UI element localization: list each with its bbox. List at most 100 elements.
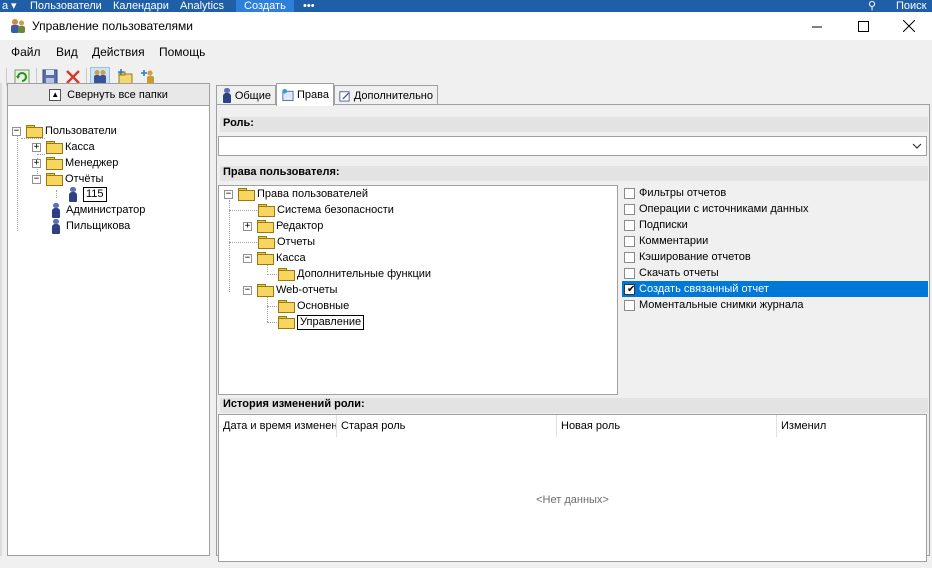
folder-tree-panel: ▲ Свернуть все папки − Пользователи + Ка… (7, 83, 210, 556)
rights-node-basic[interactable]: Основные (278, 298, 349, 314)
tree-guide (17, 135, 18, 231)
taskbar-item-users[interactable]: Пользователи (30, 0, 102, 12)
column-header-old-role[interactable]: Старая роль (337, 415, 557, 437)
folder-icon (26, 125, 43, 138)
tab-label: Права (297, 89, 329, 101)
role-history-table: Дата и время изменен Старая роль Новая р… (218, 414, 927, 562)
tree-node-user-115[interactable]: 115 (67, 186, 107, 202)
empty-state-text: <Нет данных> (536, 494, 609, 506)
checkbox[interactable] (624, 203, 635, 215)
rights-node-extra-functions[interactable]: Дополнительные функции (278, 266, 431, 282)
tree-guide (267, 322, 277, 323)
tab-rights[interactable]: Права (276, 83, 334, 106)
tree-node-administrator[interactable]: Администратор (50, 202, 145, 218)
permission-item[interactable]: Фильтры отчетов (622, 185, 928, 201)
collapse-toggle[interactable]: − (12, 126, 21, 136)
tree-node-pilshchikova[interactable]: Пильщикова (50, 218, 130, 234)
collapse-toggle[interactable]: − (243, 285, 252, 295)
column-header-changed-by[interactable]: Изменил (777, 415, 926, 437)
rights-node-kassa[interactable]: − Касса (243, 250, 306, 266)
taskbar-item[interactable]: a (2, 0, 8, 12)
collapse-all-button[interactable]: ▲ Свернуть все папки (8, 84, 209, 106)
permission-label: Операции с источниками данных (639, 203, 809, 215)
permission-item[interactable]: Моментальные снимки журнала (622, 297, 928, 313)
tree-node-label: Администратор (66, 204, 146, 216)
collapse-toggle[interactable]: − (32, 174, 41, 184)
collapse-toggle[interactable]: − (243, 253, 252, 263)
maximize-icon (857, 20, 869, 32)
tab-label: Дополнительно (353, 89, 433, 102)
search-icon[interactable]: ⚲ (868, 0, 876, 12)
history-group-header: История изменений роли: (220, 398, 928, 413)
menu-view[interactable]: Вид (56, 45, 78, 59)
permission-label: Кэширование отчетов (639, 251, 751, 263)
rights-node-reports[interactable]: Отчеты (258, 234, 315, 250)
tree-node-kassa[interactable]: + Касса (32, 139, 95, 155)
expand-toggle[interactable]: + (243, 221, 252, 231)
tree-node-label: Система безопасности (277, 204, 394, 216)
rights-node-root[interactable]: − Права пользователей (224, 186, 368, 202)
checkbox-checked[interactable]: ✔ (624, 283, 635, 295)
tree-guide (229, 200, 230, 292)
column-header-date[interactable]: Дата и время изменен (219, 415, 337, 437)
rights-node-management[interactable]: Управление (278, 314, 365, 330)
tab-additional[interactable]: Дополнительно (334, 85, 438, 105)
minimize-button[interactable] (794, 12, 840, 40)
menu-file[interactable]: Файл (11, 45, 41, 59)
permission-item[interactable]: Подписки (622, 217, 928, 233)
user-icon (50, 218, 62, 234)
folder-icon (257, 284, 274, 297)
edit-icon (339, 90, 350, 101)
folder-icon (278, 316, 295, 329)
menu-help[interactable]: Помощь (159, 45, 205, 59)
rights-node-web-reports[interactable]: − Web-отчеты (243, 282, 337, 298)
user-icon (67, 186, 79, 202)
close-button[interactable] (886, 12, 932, 40)
menu-actions[interactable]: Действия (92, 45, 145, 59)
permission-item[interactable]: Скачать отчеты (622, 265, 928, 281)
tab-label: Общие (234, 89, 271, 102)
chevron-down-icon[interactable]: ▾ (11, 0, 17, 12)
checkbox[interactable] (624, 235, 635, 247)
window-edge (0, 83, 2, 556)
column-header-new-role[interactable]: Новая роль (557, 415, 777, 437)
tree-node-label: Основные (297, 300, 350, 312)
expand-toggle[interactable]: + (32, 142, 41, 152)
folder-icon (46, 157, 63, 170)
rights-node-editor[interactable]: + Редактор (243, 218, 323, 234)
permission-label: Моментальные снимки журнала (639, 299, 804, 311)
folder-icon (278, 300, 295, 313)
taskbar-item-create[interactable]: Создать (236, 0, 294, 12)
role-combobox[interactable] (218, 136, 927, 156)
users-app-icon (11, 19, 25, 33)
checkbox[interactable] (624, 267, 635, 279)
collapse-toggle[interactable]: − (224, 189, 233, 199)
permission-item[interactable]: Кэширование отчетов (622, 249, 928, 265)
rights-node-security[interactable]: Система безопасности (258, 202, 394, 218)
checkbox[interactable] (624, 187, 635, 199)
checkbox[interactable] (624, 299, 635, 311)
expand-toggle[interactable]: + (32, 158, 41, 168)
more-icon[interactable]: ••• (303, 0, 315, 12)
taskbar-item-calendars[interactable]: Календари (113, 0, 169, 12)
window-title: Управление пользователями (32, 19, 193, 33)
permission-item-selected[interactable]: ✔ Создать связанный отчет (622, 281, 928, 297)
taskbar-item-analytics[interactable]: Analytics (180, 0, 224, 12)
tree-guide (267, 306, 277, 307)
tree-node-users[interactable]: − Пользователи (12, 123, 117, 139)
tree-node-reports[interactable]: − Отчёты (32, 171, 103, 187)
tree-node-manager[interactable]: + Менеджер (32, 155, 118, 171)
checkbox[interactable] (624, 219, 635, 231)
permission-item[interactable]: Комментарии (622, 233, 928, 249)
user-icon (221, 88, 232, 103)
tab-general[interactable]: Общие (216, 85, 276, 105)
tree-guide (56, 190, 57, 198)
permission-label: Комментарии (639, 235, 709, 247)
folder-icon (258, 236, 275, 249)
tree-node-label: Менеджер (65, 157, 119, 169)
checkbox[interactable] (624, 251, 635, 263)
taskbar-search[interactable]: Поиск (896, 0, 926, 12)
chevron-down-icon[interactable] (912, 142, 922, 150)
permission-item[interactable]: Операции с источниками данных (622, 201, 928, 217)
maximize-button[interactable] (840, 12, 886, 40)
